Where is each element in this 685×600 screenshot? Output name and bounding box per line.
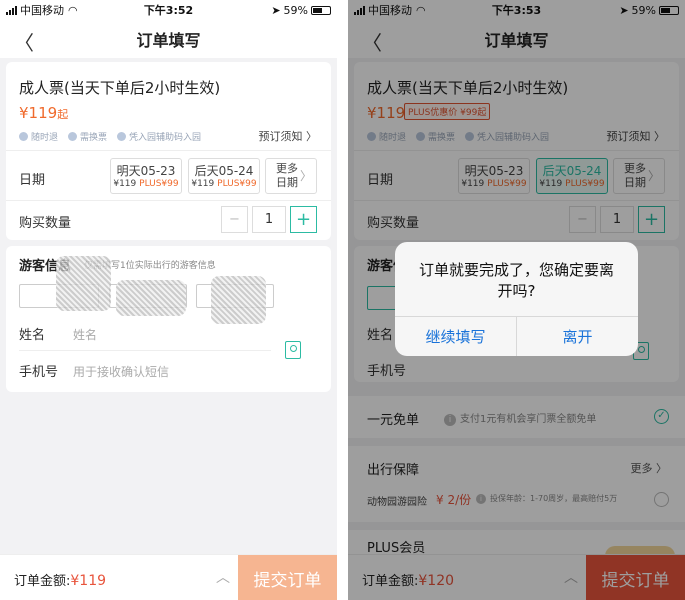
feature-entry-code: 凭入园辅助码入园 [117, 130, 201, 143]
more-dates-label: 更多日期 [276, 162, 298, 189]
back-chevron-icon[interactable]: 〈 [14, 27, 34, 56]
leave-confirm-dialog: 订单就要完成了，您确定要离开吗? 继续填写 离开 [395, 242, 638, 356]
divider [6, 150, 331, 151]
redaction-scribble [211, 276, 266, 324]
name-label: 姓名 [19, 328, 46, 343]
visitor-card: 游客信息 仅需填写1位实际出行的游客信息 姓名 姓名 手机号 用于接收确认短信 [6, 246, 331, 392]
check-icon [19, 131, 28, 141]
continue-button[interactable]: 继续填写 [395, 317, 517, 356]
battery-icon [311, 5, 331, 15]
check-icon [117, 131, 127, 141]
date-text: 后天05-24 [194, 164, 254, 178]
expand-up-icon[interactable]: ︿ [216, 567, 230, 587]
phone-label: 手机号 [19, 365, 59, 380]
booking-notice-link[interactable]: 预订须知 〉 [259, 128, 318, 144]
clock: 下午3:52 [143, 4, 194, 17]
contact-book-icon[interactable] [285, 341, 301, 359]
chevron-right-icon: 〉 [299, 169, 312, 183]
divider [19, 350, 271, 351]
feature-refund: 随时退 [19, 130, 58, 143]
ticket-card: 成人票(当天下单后2小时生效) ¥119起 随时退 需换票 凭入园辅助码入园 预… [6, 62, 331, 240]
decrease-button[interactable]: − [221, 206, 248, 233]
date-price: ¥119 PLUS¥99 [113, 179, 179, 189]
check-icon [68, 131, 78, 141]
date-label: 日期 [19, 173, 46, 188]
nav-bar: 〈 订单填写 [0, 20, 337, 58]
submit-order-button[interactable]: 提交订单 [238, 555, 337, 600]
divider-gutter [337, 0, 348, 600]
bottom-bar: 订单金额:¥119 ︿ 提交订单 [0, 554, 337, 600]
divider [6, 200, 331, 201]
leave-button[interactable]: 离开 [517, 317, 638, 356]
order-total: 订单金额:¥119 [14, 573, 107, 589]
increase-button[interactable]: + [290, 206, 317, 233]
feature-exchange: 需换票 [68, 130, 107, 143]
date-option-tomorrow[interactable]: 明天05-23 ¥119 PLUS¥99 [110, 158, 182, 194]
quantity-label: 购买数量 [19, 216, 72, 231]
redaction-scribble [116, 280, 186, 316]
page-title: 订单填写 [136, 31, 201, 50]
redaction-scribble [56, 256, 111, 311]
dialog-message: 订单就要完成了，您确定要离开吗? [418, 261, 614, 300]
quantity-value[interactable]: 1 [252, 206, 286, 233]
quantity-stepper: − 1 + [221, 206, 317, 233]
screen-order-form: 中国移动 ◠ 下午3:52 ➤ 59% 〈 订单填写 成人票(当天下单后2小时生… [0, 0, 337, 600]
phone-input[interactable]: 用于接收确认短信 [73, 363, 169, 380]
date-text: 明天05-23 [116, 164, 176, 178]
ticket-features: 随时退 需换票 凭入园辅助码入园 预订须知 〉 [19, 128, 317, 144]
date-price: ¥119 PLUS¥99 [191, 179, 257, 189]
status-bar: 中国移动 ◠ 下午3:52 ➤ 59% [0, 0, 337, 20]
screen-leave-dialog: 中国移动 ◠ 下午3:53 ➤ 59% 〈 订单填写 成人票(当天下单后2小时生… [348, 0, 685, 600]
ticket-title: 成人票(当天下单后2小时生效) [19, 79, 221, 97]
more-dates-button[interactable]: 更多日期 〉 [265, 158, 317, 194]
name-input[interactable]: 姓名 [73, 326, 97, 343]
date-option-day-after[interactable]: 后天05-24 ¥119 PLUS¥99 [188, 158, 260, 194]
ticket-price: ¥119起 [19, 104, 69, 122]
